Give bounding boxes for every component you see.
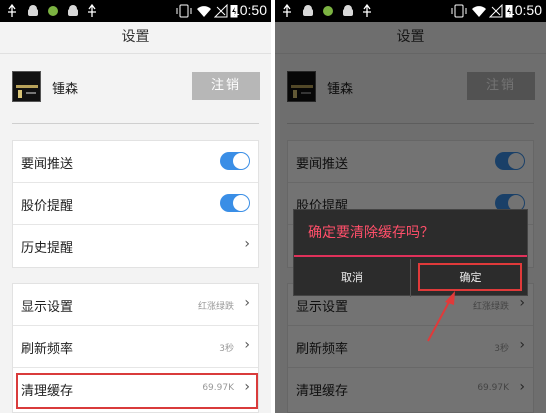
settings-screen-left: 10:50 设置 锺森 注销 要闻推送 股价提醒 历史提醒 › 显示设置 红涨绿… [0, 0, 271, 413]
clock: 10:50 [231, 2, 267, 18]
android-icon [28, 5, 38, 16]
news-push-toggle[interactable] [220, 152, 250, 170]
logout-button[interactable]: 注销 [192, 72, 260, 100]
android-icon [343, 5, 353, 16]
settings-screen-right: 10:50 设置 锺森 注销 要闻推送 股价提醒 历史提醒 › 显示设置 红涨绿… [275, 0, 546, 413]
divider [12, 123, 259, 124]
dialog-title: 确定要清除缓存吗？ [294, 210, 527, 257]
chevron-right-icon: › [244, 337, 250, 353]
price-alert-toggle[interactable] [220, 194, 250, 212]
confirm-highlight [418, 263, 522, 291]
avatar [12, 71, 41, 102]
setting-row-price-alert[interactable]: 股价提醒 [13, 183, 258, 225]
setting-row-history-alert[interactable]: 历史提醒 › [13, 225, 258, 267]
status-bar: 10:50 [0, 0, 271, 22]
setting-label: 股价提醒 [21, 199, 74, 214]
setting-value: 红涨绿跌 [197, 302, 234, 312]
setting-label: 历史提醒 [21, 241, 74, 256]
account-section: 锺森 注销 [0, 55, 271, 121]
usb-icon [8, 4, 16, 17]
setting-label: 要闻推送 [21, 157, 74, 172]
username: 锺森 [52, 82, 79, 97]
clear-cache-dialog: 确定要清除缓存吗？ 取消 确定 [293, 209, 528, 297]
setting-row-refresh[interactable]: 刷新频率 3秒 › [13, 326, 258, 368]
cancel-button[interactable]: 取消 [294, 259, 411, 297]
usb-icon [88, 4, 96, 17]
setting-label: 显示设置 [21, 300, 74, 315]
vibrate-icon [451, 4, 467, 18]
clock: 10:50 [506, 2, 542, 18]
android-icon [303, 5, 313, 16]
status-bar: 10:50 [275, 0, 546, 22]
chevron-right-icon: › [244, 295, 250, 311]
chevron-right-icon: › [244, 236, 250, 252]
wifi-icon [472, 6, 486, 17]
usb-icon [283, 4, 291, 17]
android-icon [48, 6, 58, 16]
android-icon [323, 6, 333, 16]
usb-icon [363, 4, 371, 17]
setting-label: 刷新频率 [21, 342, 74, 357]
no-signal-icon [489, 4, 503, 18]
vibrate-icon [176, 4, 192, 18]
setting-row-news-push[interactable]: 要闻推送 [13, 141, 258, 183]
notification-settings-group: 要闻推送 股价提醒 历史提醒 › [12, 140, 259, 268]
page-title: 设置 [0, 22, 271, 54]
setting-value: 3秒 [219, 344, 234, 354]
setting-row-display[interactable]: 显示设置 红涨绿跌 › [13, 284, 258, 326]
android-icon [68, 5, 78, 16]
no-signal-icon [214, 4, 228, 18]
clear-cache-highlight [16, 373, 258, 409]
wifi-icon [197, 6, 211, 17]
